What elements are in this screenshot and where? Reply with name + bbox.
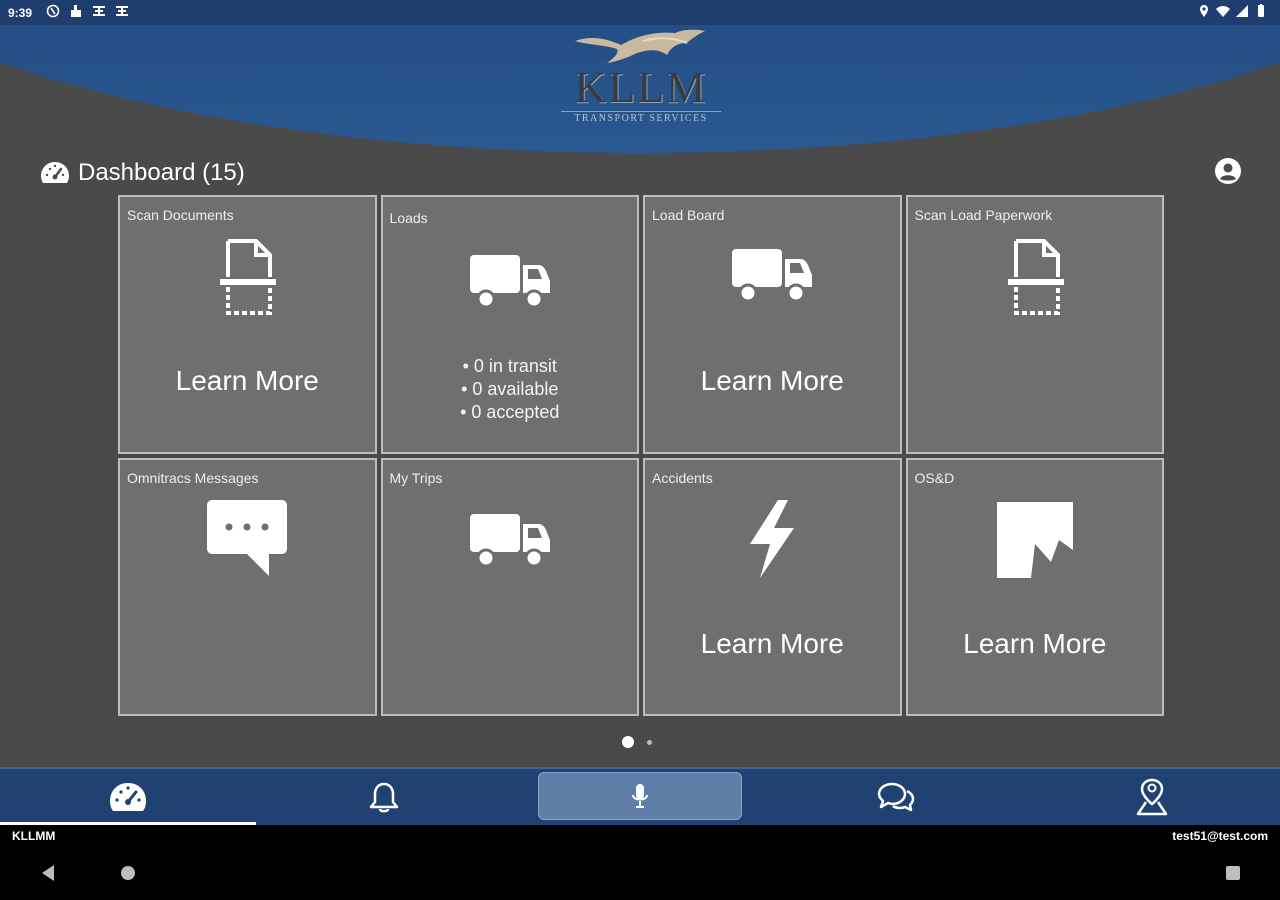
- learn-more-link[interactable]: Learn More: [120, 365, 375, 397]
- chat-icon: [877, 782, 915, 812]
- tile-label: Omnitracs Messages: [127, 469, 259, 486]
- account-info-bar: KLLMM test51@test.com: [0, 825, 1280, 845]
- tile-scan-load-paperwork[interactable]: Scan Load Paperwork: [905, 195, 1164, 454]
- tile-loads[interactable]: Loads • 0 in transit • 0 available • 0 a…: [380, 195, 639, 454]
- lightning-icon: [750, 499, 795, 578]
- nav-messages[interactable]: [768, 769, 1024, 825]
- scan-document-icon: [220, 239, 277, 315]
- location-icon: [1200, 5, 1208, 17]
- tile-label: Scan Load Paperwork: [914, 207, 1053, 223]
- tile-label: My Trips: [389, 469, 443, 486]
- company-code: KLLMM: [12, 829, 56, 843]
- loads-in-transit: • 0 in transit: [462, 356, 557, 376]
- page-dot[interactable]: [647, 739, 652, 745]
- logo-bird-icon: [575, 29, 705, 63]
- page-indicator: [622, 736, 652, 748]
- nav-notifications[interactable]: [256, 769, 512, 825]
- loads-available: • 0 available: [461, 379, 559, 399]
- status-time: 9:39: [8, 6, 33, 20]
- logo-text: KLLM: [574, 63, 708, 112]
- map-pin-person-icon: [1136, 778, 1168, 816]
- system-navigation-bar: [0, 845, 1280, 900]
- calendar-icon: [93, 6, 105, 16]
- app-header: KLLM TRANSPORT SERVICES: [0, 25, 1280, 155]
- learn-more-link[interactable]: Learn More: [645, 365, 900, 397]
- dashboard-tile-grid: Scan Documents Learn More Loads • 0 in t…: [118, 195, 1164, 716]
- damaged-box-icon: [996, 501, 1073, 578]
- tile-osd[interactable]: OS&D Learn More: [905, 457, 1164, 716]
- tile-label: OS&D: [914, 469, 955, 486]
- wifi-icon: [1216, 6, 1230, 17]
- nfc-icon: [46, 4, 60, 18]
- tile-label: Accidents: [652, 469, 713, 486]
- tile-accidents[interactable]: Accidents Learn More: [643, 457, 902, 716]
- tile-load-board[interactable]: Load Board Learn More: [643, 195, 902, 454]
- page-dot-active[interactable]: [622, 736, 634, 748]
- back-icon[interactable]: [40, 864, 56, 882]
- truck-icon: [469, 513, 550, 567]
- home-button[interactable]: [121, 866, 135, 880]
- microphone-icon: [632, 784, 648, 808]
- learn-more-link[interactable]: Learn More: [908, 628, 1163, 660]
- learn-more-link[interactable]: Learn More: [645, 628, 900, 660]
- tile-scan-documents[interactable]: Scan Documents Learn More: [118, 195, 377, 454]
- scan-document-icon: [1007, 239, 1064, 315]
- status-notification-icons: [46, 4, 129, 18]
- tile-label: Loads: [389, 210, 428, 226]
- dashboard-title: Dashboard (15): [40, 158, 245, 188]
- tile-label: Load Board: [652, 207, 725, 223]
- tile-my-trips[interactable]: My Trips: [380, 457, 639, 716]
- user-email: test51@test.com: [1172, 829, 1268, 843]
- tile-label: Scan Documents: [127, 207, 234, 223]
- nav-dashboard[interactable]: [0, 769, 256, 825]
- speedometer-icon: [41, 162, 69, 183]
- signal-icon: [1236, 5, 1248, 17]
- bell-icon: [369, 782, 399, 813]
- user-circle-icon[interactable]: [1214, 157, 1242, 185]
- battery-icon: [1258, 4, 1264, 17]
- calendar-icon: [116, 6, 128, 16]
- logo-subtitle: TRANSPORT SERVICES: [561, 111, 721, 124]
- loads-accepted: • 0 accepted: [460, 402, 560, 422]
- chat-bubble-icon: [207, 499, 288, 576]
- tile-omnitracs-messages[interactable]: Omnitracs Messages: [118, 457, 377, 716]
- speedometer-icon: [110, 783, 146, 811]
- voice-command-button[interactable]: [538, 772, 742, 820]
- clipboard-icon: [71, 5, 81, 17]
- recents-button[interactable]: [1226, 866, 1240, 880]
- status-system-icons: [1197, 4, 1268, 18]
- nav-map[interactable]: [1024, 769, 1280, 825]
- bottom-navigation: [0, 767, 1280, 825]
- kllm-logo: KLLM TRANSPORT SERVICES: [561, 27, 721, 131]
- loads-stats: • 0 in transit • 0 available • 0 accepte…: [383, 355, 638, 424]
- status-bar: 9:39: [0, 0, 1280, 25]
- dashboard-title-text: Dashboard (15): [78, 159, 245, 186]
- truck-icon: [469, 255, 550, 309]
- truck-icon: [732, 249, 813, 303]
